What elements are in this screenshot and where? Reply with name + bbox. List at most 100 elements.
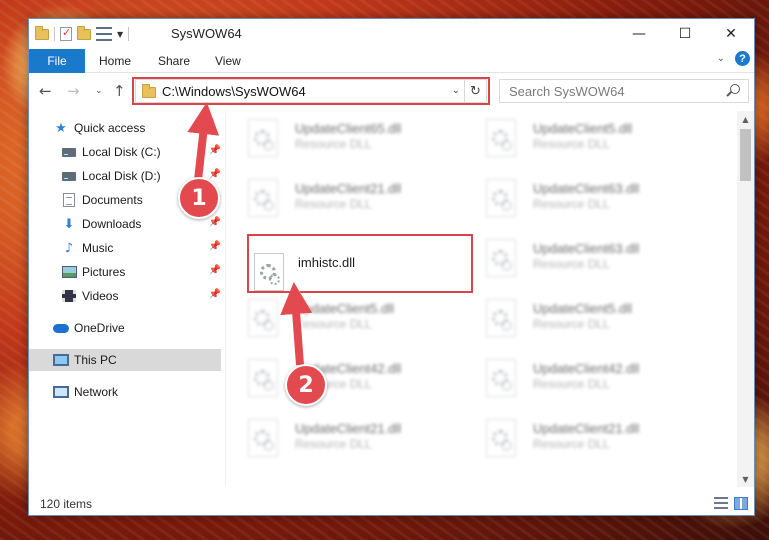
videos-icon xyxy=(62,290,76,302)
tab-home[interactable]: Home xyxy=(99,49,131,73)
drive-icon xyxy=(62,171,76,181)
file-list: UpdateClient65.dll Resource DLL UpdateCl… xyxy=(226,111,736,487)
file-item[interactable]: UpdateClient21.dll Resource DLL xyxy=(226,171,456,223)
nav-videos[interactable]: Videos 📌 xyxy=(29,285,221,307)
pin-icon[interactable]: 📌 xyxy=(209,145,221,156)
expand-ribbon-icon[interactable]: ⌄ xyxy=(717,53,725,64)
status-bar: 120 items xyxy=(29,493,754,515)
file-name: UpdateClient42.dll xyxy=(533,361,640,376)
recent-locations-icon[interactable]: ⌄ xyxy=(95,86,103,96)
minimize-button[interactable]: — xyxy=(616,19,662,49)
file-item[interactable]: UpdateClient63.dll Resource DLL xyxy=(464,231,694,283)
properties-icon[interactable] xyxy=(60,26,72,41)
nav-local-disk-c[interactable]: Local Disk (C:) 📌 xyxy=(29,141,221,163)
nav-pictures[interactable]: Pictures 📌 xyxy=(29,261,221,283)
dll-file-icon xyxy=(248,119,278,157)
file-item[interactable]: UpdateClient42.dll Resource DLL xyxy=(464,351,694,403)
nav-quick-access[interactable]: ★ Quick access xyxy=(29,117,221,139)
nav-label: Downloads xyxy=(82,217,142,231)
navigation-pane: ★ Quick access Local Disk (C:) 📌 Local D… xyxy=(29,111,225,487)
view-switcher xyxy=(714,497,748,510)
pin-icon[interactable]: 📌 xyxy=(209,265,221,276)
file-name: UpdateClient65.dll xyxy=(295,121,402,136)
dll-file-icon xyxy=(248,419,278,457)
nav-label: Music xyxy=(82,241,114,255)
dll-file-icon xyxy=(248,299,278,337)
file-type: Resource DLL xyxy=(533,257,610,271)
pictures-icon xyxy=(61,266,77,278)
nav-music[interactable]: ♪ Music 📌 xyxy=(29,237,221,259)
computer-icon xyxy=(53,354,69,366)
documents-icon xyxy=(63,193,75,207)
downloads-icon: ⬇ xyxy=(63,216,75,232)
file-highlight xyxy=(247,234,473,293)
tab-share[interactable]: Share xyxy=(158,49,190,73)
dll-file-icon xyxy=(486,299,516,337)
tab-file[interactable]: File xyxy=(29,49,85,73)
file-name: UpdateClient5.dll xyxy=(295,301,395,316)
file-item[interactable]: UpdateClient63.dll Resource DLL xyxy=(464,171,694,223)
vertical-scrollbar[interactable]: ▲ ▼ xyxy=(737,111,754,487)
nav-label: Documents xyxy=(82,193,143,207)
title-bar: ▼ SysWOW64 — ☐ ✕ xyxy=(29,19,754,49)
folder-icon[interactable] xyxy=(35,25,49,40)
nav-this-pc[interactable]: This PC xyxy=(29,349,221,371)
nav-label: Local Disk (D:) xyxy=(82,169,161,183)
pin-icon[interactable]: 📌 xyxy=(209,289,221,300)
item-count: 120 items xyxy=(40,497,93,511)
file-item[interactable]: UpdateClient21.dll Resource DLL xyxy=(464,411,694,463)
tab-view[interactable]: View xyxy=(215,49,241,73)
pin-icon[interactable]: 📌 xyxy=(209,169,221,180)
toolbar-separator xyxy=(128,27,130,41)
pin-icon[interactable]: 📌 xyxy=(209,217,221,228)
star-icon: ★ xyxy=(55,120,67,136)
back-arrow-icon[interactable]: ← xyxy=(39,82,52,100)
search-icon[interactable] xyxy=(730,84,740,94)
dll-file-icon xyxy=(248,179,278,217)
file-item[interactable]: UpdateClient65.dll Resource DLL xyxy=(226,111,456,163)
pin-icon[interactable]: 📌 xyxy=(209,241,221,252)
search-placeholder: Search SysWOW64 xyxy=(509,84,625,99)
forward-arrow-icon[interactable]: → xyxy=(67,82,80,100)
file-name: UpdateClient21.dll xyxy=(533,421,640,436)
file-type: Resource DLL xyxy=(533,197,610,211)
file-type: Resource DLL xyxy=(533,137,610,151)
file-item[interactable]: UpdateClient5.dll Resource DLL xyxy=(226,291,456,343)
file-name: UpdateClient21.dll xyxy=(295,421,402,436)
nav-label: Quick access xyxy=(74,121,146,135)
details-view-icon[interactable] xyxy=(714,497,728,509)
dll-file-icon xyxy=(486,119,516,157)
dll-file-icon xyxy=(248,359,278,397)
new-folder-icon[interactable] xyxy=(77,25,91,40)
scroll-thumb[interactable] xyxy=(740,129,751,181)
scroll-up-icon[interactable]: ▲ xyxy=(737,111,754,127)
file-item[interactable]: UpdateClient5.dll Resource DLL xyxy=(464,111,694,163)
nav-network[interactable]: Network xyxy=(29,381,221,403)
maximize-button[interactable]: ☐ xyxy=(662,19,708,49)
file-name: UpdateClient21.dll xyxy=(295,181,402,196)
network-icon xyxy=(53,386,69,398)
customize-view-icon[interactable] xyxy=(96,27,112,41)
dll-file-icon xyxy=(486,179,516,217)
navigation-row: ← → ⌄ ↑ C:\Windows\SysWOW64 ⌄ ↻ Search S… xyxy=(29,74,754,108)
large-icons-view-icon[interactable] xyxy=(734,497,748,510)
ribbon-tabs: File Home Share View ⌄ ? xyxy=(29,49,754,73)
file-item[interactable]: UpdateClient5.dll Resource DLL xyxy=(464,291,694,343)
file-type: Resource DLL xyxy=(295,197,372,211)
up-arrow-icon[interactable]: ↑ xyxy=(113,82,126,100)
file-item[interactable]: UpdateClient42.dll Resource DLL xyxy=(226,351,456,403)
window-title: SysWOW64 xyxy=(171,26,242,41)
qat-dropdown-icon[interactable]: ▼ xyxy=(117,30,123,39)
file-item[interactable]: UpdateClient21.dll Resource DLL xyxy=(226,411,456,463)
file-name: UpdateClient63.dll xyxy=(533,241,640,256)
file-name: UpdateClient5.dll xyxy=(533,301,633,316)
search-input[interactable]: Search SysWOW64 xyxy=(499,79,749,103)
cloud-icon xyxy=(53,323,69,333)
file-type: Resource DLL xyxy=(533,317,610,331)
nav-onedrive[interactable]: OneDrive xyxy=(29,317,221,339)
scroll-down-icon[interactable]: ▼ xyxy=(737,471,754,487)
nav-label: This PC xyxy=(74,353,117,367)
help-button[interactable]: ? xyxy=(735,51,750,66)
window-controls: — ☐ ✕ xyxy=(616,19,754,49)
close-button[interactable]: ✕ xyxy=(708,19,754,49)
